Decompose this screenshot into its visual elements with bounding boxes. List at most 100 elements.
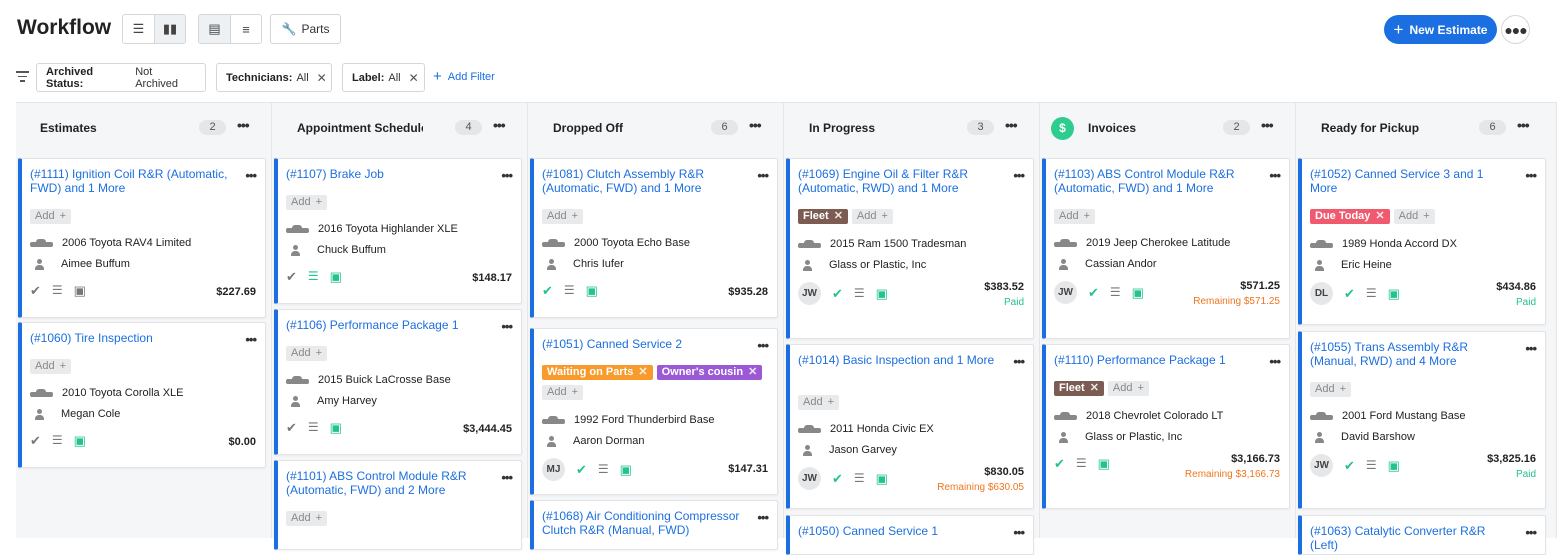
card-more-button[interactable]: ••• [1013,168,1025,183]
card-title-link[interactable]: (#1069) Engine Oil & Filter R&R (Automat… [798,167,1002,195]
check-icon[interactable]: ✔ [1088,286,1099,299]
work-order-card[interactable]: (#1055) Trans Assembly R&R (Manual, RWD)… [1298,331,1546,509]
card-more-button[interactable]: ••• [501,470,513,485]
new-estimate-button[interactable]: + New Estimate [1384,15,1497,44]
check-icon[interactable]: ✔ [832,472,843,485]
checklist-icon[interactable]: ☰ [308,421,319,434]
card-more-button[interactable]: ••• [757,168,769,183]
checklist-icon[interactable]: ☰ [52,434,63,447]
work-order-card[interactable]: (#1060) Tire Inspection ••• Add +2010 Toyo… [18,322,266,468]
work-order-card[interactable]: (#1014) Basic Inspection and 1 More ••• Ad… [786,344,1034,509]
calendar-icon[interactable]: ▣ [1388,459,1400,472]
remove-tag-icon[interactable]: ✕ [834,209,843,224]
remove-tag-icon[interactable]: ✕ [748,365,757,380]
board-view-button[interactable]: ▮▮ [154,15,185,43]
calendar-icon[interactable]: ▣ [876,472,888,485]
add-label-button[interactable]: Add + [286,195,328,210]
remove-tag-icon[interactable]: ✕ [638,365,647,380]
work-order-card[interactable]: (#1103) ABS Control Module R&R (Automati… [1042,158,1290,339]
card-title-link[interactable]: (#1063) Catalytic Converter R&R (Left) [1310,524,1514,552]
add-label-button[interactable]: Add + [1054,209,1096,224]
card-more-button[interactable]: ••• [245,168,257,183]
card-more-button[interactable]: ••• [1525,341,1537,356]
checklist-icon[interactable]: ☰ [308,270,319,283]
checklist-icon[interactable]: ☰ [598,463,609,476]
calendar-icon[interactable]: ▣ [876,287,888,300]
work-order-card[interactable]: (#1107) Brake Job ••• Add +2016 Toyota Hig… [274,158,522,304]
card-title-link[interactable]: (#1055) Trans Assembly R&R (Manual, RWD)… [1310,340,1514,368]
calendar-icon[interactable]: ▣ [330,270,342,283]
check-icon[interactable]: ✔ [1344,459,1355,472]
technician-avatar[interactable]: JW [798,282,821,305]
checklist-icon[interactable]: ☰ [854,287,865,300]
card-more-button[interactable]: ••• [501,168,513,183]
column-more-button[interactable]: ••• [493,117,506,133]
card-title-link[interactable]: (#1068) Air Conditioning Compressor Clut… [542,509,746,537]
card-title-link[interactable]: (#1060) Tire Inspection [30,331,234,345]
technician-avatar[interactable]: JW [1310,454,1333,477]
card-more-button[interactable]: ••• [1269,168,1281,183]
compact-cards-button[interactable]: ≡ [230,15,261,43]
add-label-button[interactable]: Add + [1310,382,1352,397]
add-label-button[interactable]: Add + [851,209,893,224]
card-more-button[interactable]: ••• [757,338,769,353]
card-more-button[interactable]: ••• [245,332,257,347]
column-more-button[interactable]: ••• [749,117,762,133]
checklist-icon[interactable]: ☰ [1366,459,1377,472]
add-label-button[interactable]: Add + [286,346,328,361]
add-label-button[interactable]: Add + [542,385,584,400]
add-filter-button[interactable]: + Add Filter [433,69,495,84]
work-order-card[interactable]: (#1110) Performance Package 1 ••• Fleet ✕ Ad… [1042,344,1290,509]
check-icon[interactable]: ✔ [576,463,587,476]
filter-lines-icon[interactable] [16,71,29,82]
technician-avatar[interactable]: DL [1310,282,1333,305]
filter-chip-archived-status[interactable]: Archived Status: Not Archived [36,63,206,92]
expanded-cards-button[interactable]: ▤ [199,15,230,43]
calendar-icon[interactable]: ▣ [1388,287,1400,300]
checklist-icon[interactable]: ☰ [1366,287,1377,300]
check-icon[interactable]: ✔ [1054,457,1065,470]
calendar-icon[interactable]: ▣ [330,421,342,434]
card-more-button[interactable]: ••• [1013,354,1025,369]
calendar-icon[interactable]: ▣ [1098,457,1110,470]
add-label-button[interactable]: Add + [30,209,72,224]
filter-chip-label[interactable]: Label: All ✕ [342,63,425,92]
card-more-button[interactable]: ••• [501,319,513,334]
add-label-button[interactable]: Add + [1107,381,1149,396]
work-order-card[interactable]: (#1106) Performance Package 1 ••• Add +201… [274,309,522,455]
add-label-button[interactable]: Add + [542,209,584,224]
work-order-card[interactable]: (#1081) Clutch Assembly R&R (Automatic, … [530,158,778,318]
check-icon[interactable]: ✔ [832,287,843,300]
checklist-icon[interactable]: ☰ [52,284,63,297]
technician-avatar[interactable]: JW [798,467,821,490]
check-icon[interactable]: ✔ [30,284,41,297]
work-order-card[interactable]: (#1050) Canned Service 1 ••• [786,515,1034,555]
technician-avatar[interactable]: MJ [542,458,565,481]
check-icon[interactable]: ✔ [542,284,553,297]
check-icon[interactable]: ✔ [286,421,297,434]
label-tag-waiting-on-parts[interactable]: Waiting on Parts ✕ [542,365,653,380]
column-more-button[interactable]: ••• [237,117,250,133]
remove-tag-icon[interactable]: ✕ [1375,209,1384,224]
column-more-button[interactable]: ••• [1261,117,1274,133]
card-title-link[interactable]: (#1081) Clutch Assembly R&R (Automatic, … [542,167,746,195]
work-order-card[interactable]: (#1111) Ignition Coil R&R (Automatic, FW… [18,158,266,318]
card-more-button[interactable]: ••• [1525,525,1537,540]
checklist-icon[interactable]: ☰ [564,284,575,297]
column-more-button[interactable]: ••• [1517,117,1530,133]
work-order-card[interactable]: (#1069) Engine Oil & Filter R&R (Automat… [786,158,1034,339]
calendar-icon[interactable]: ▣ [74,284,86,297]
calendar-icon[interactable]: ▣ [586,284,598,297]
add-label-button[interactable]: Add + [1393,209,1435,224]
work-order-card[interactable]: (#1051) Canned Service 2 ••• Waiting on Pa… [530,328,778,495]
card-title-link[interactable]: (#1014) Basic Inspection and 1 More [798,353,1002,367]
checklist-icon[interactable]: ☰ [854,472,865,485]
card-title-link[interactable]: (#1051) Canned Service 2 [542,337,746,351]
parts-button[interactable]: 🔧 Parts [270,14,341,44]
check-icon[interactable]: ✔ [286,270,297,283]
header-more-button[interactable]: ●●● [1501,15,1530,44]
calendar-icon[interactable]: ▣ [74,434,86,447]
card-more-button[interactable]: ••• [757,510,769,525]
card-title-link[interactable]: (#1103) ABS Control Module R&R (Automati… [1054,167,1258,195]
work-order-card[interactable]: (#1052) Canned Service 3 and 1 More ••• Du… [1298,158,1546,325]
